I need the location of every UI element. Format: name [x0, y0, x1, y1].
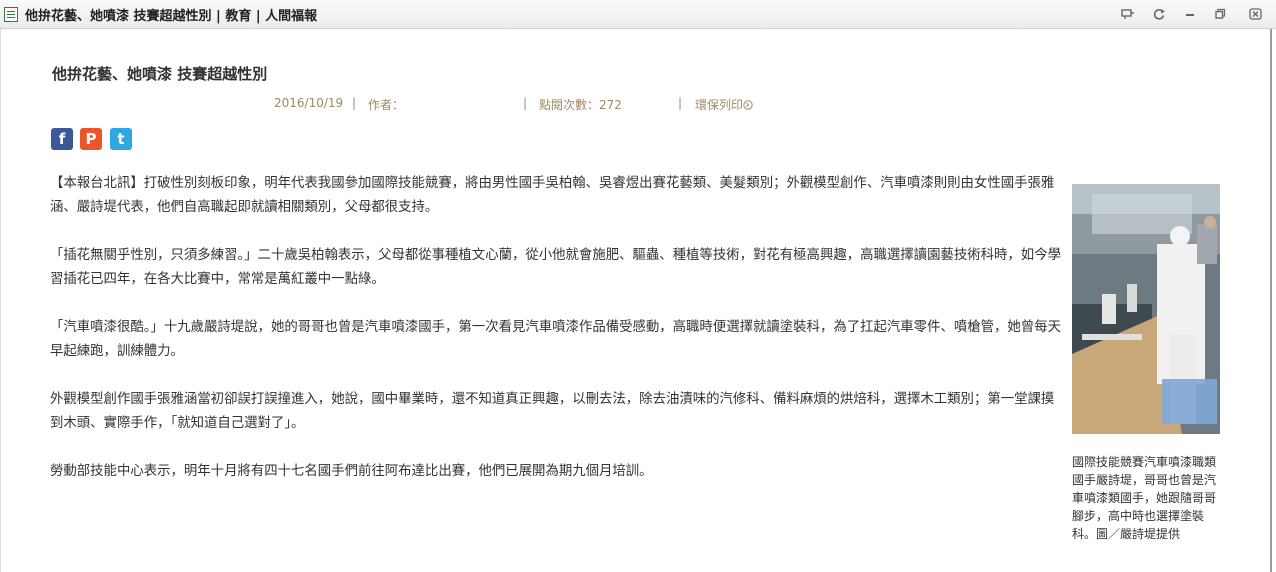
article-body: 【本報台北訊】打破性別刻板印象，明年代表我國參加國際技能競賽，將由男性國手吳柏翰… — [50, 172, 1065, 508]
restore-button[interactable] — [1211, 6, 1229, 22]
pin-icon — [1121, 9, 1134, 19]
article-author: 作者： — [368, 98, 405, 112]
plurk-icon: P — [85, 130, 97, 148]
minimize-icon — [1186, 14, 1194, 16]
article-paragraph: 「插花無關乎性別，只須多練習。」二十歲吳柏翰表示，父母都從事種植文心蘭，從小他就… — [50, 248, 1061, 287]
minimize-button[interactable] — [1181, 6, 1199, 22]
meta-separator: | — [678, 96, 683, 110]
arrow-circle-icon — [743, 100, 753, 110]
facebook-share-button[interactable]: f — [51, 128, 73, 150]
meta-separator: | — [352, 96, 357, 110]
plurk-share-button[interactable]: P — [80, 128, 102, 150]
facebook-icon: f — [58, 130, 66, 148]
print-link-label: 環保列印 — [695, 98, 744, 112]
article-paragraph: 「汽車噴漆很酷。」十九歲嚴詩堤說，她的哥哥也曾是汽車噴漆國手，第一次看見汽車噴漆… — [50, 320, 1061, 359]
twitter-share-button[interactable]: t — [110, 128, 132, 150]
article-date: 2016/10/19 — [274, 96, 344, 110]
twitter-icon: t — [117, 130, 125, 148]
refresh-icon — [1153, 9, 1165, 20]
article-paragraph: 【本報台北訊】打破性別刻板印象，明年代表我國參加國際技能競賽，將由男性國手吳柏翰… — [50, 176, 1055, 215]
restore-icon — [1215, 8, 1226, 19]
article-photo — [1072, 184, 1220, 434]
print-link[interactable]: 環保列印 — [695, 96, 753, 113]
article-paragraph: 勞動部技能中心表示，明年十月將有四十七名國手們前往阿布達比出賽，他們已展開為期九… — [50, 464, 653, 479]
document-icon — [4, 7, 18, 22]
meta-separator: | — [523, 96, 528, 110]
window-title: 他拚花藝、她噴漆 技賽超越性別 | 教育 | 人間福報 — [25, 9, 318, 24]
close-icon — [1248, 8, 1262, 20]
pin-button[interactable] — [1119, 6, 1137, 22]
refresh-button[interactable] — [1150, 6, 1168, 22]
article-title: 他拚花藝、她噴漆 技賽超越性別 — [52, 65, 268, 83]
article-paragraph: 外觀模型創作國手張雅涵當初卻誤打誤撞進入，她說，國中畢業時，還不知道真正興趣，以… — [50, 392, 1055, 431]
window-titlebar: 他拚花藝、她噴漆 技賽超越性別 | 教育 | 人間福報 — [0, 0, 1276, 29]
view-count: 點閱次數：272 — [539, 98, 622, 112]
photo-caption: 國際技能競賽汽車噴漆職類國手嚴詩堤，哥哥也曾是汽車噴漆類國手，她跟隨哥哥腳步，高… — [1072, 455, 1217, 541]
close-button[interactable] — [1246, 6, 1264, 22]
